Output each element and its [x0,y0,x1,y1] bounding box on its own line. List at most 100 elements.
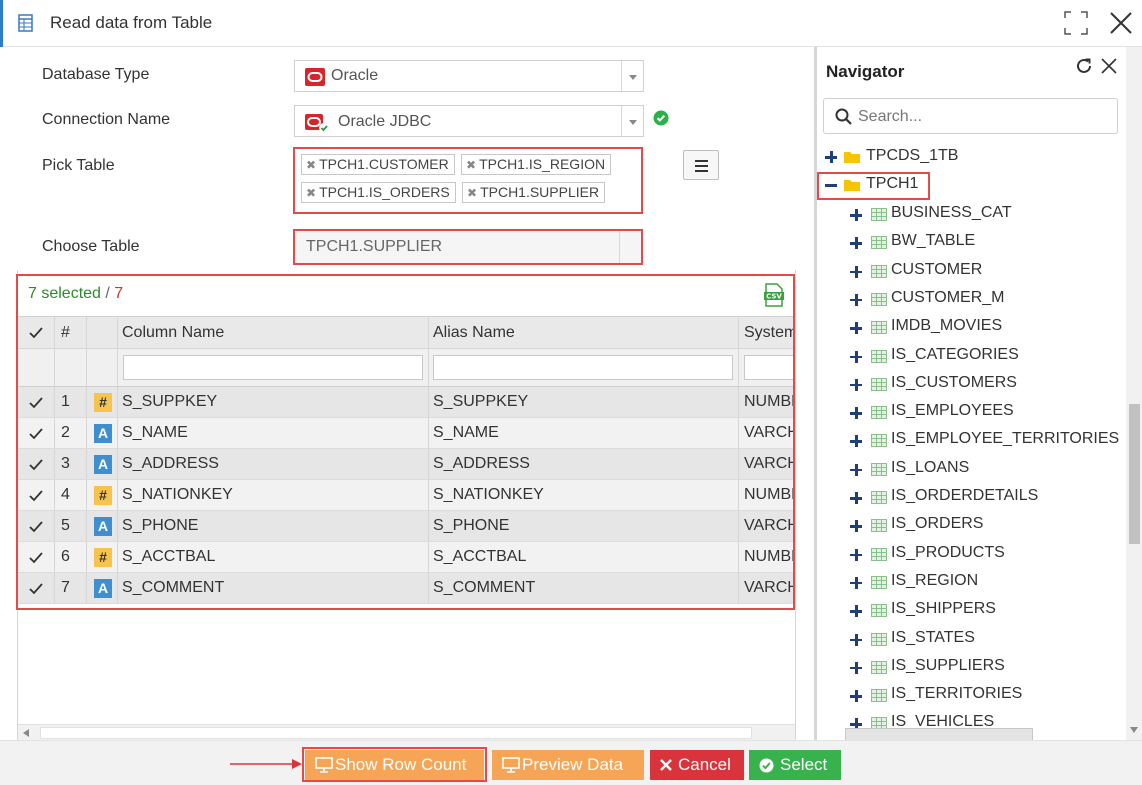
show-row-count-button[interactable]: Show Row Count [305,750,484,780]
table-node[interactable]: IS_CUSTOMERS [817,372,1127,396]
expand-icon[interactable] [850,265,862,278]
table-row[interactable]: 2 A S_NAME S_NAME VARCHAR2 [18,418,793,449]
expand-icon[interactable] [850,322,862,335]
table-node[interactable]: IS_ORDERDETAILS [817,485,1127,509]
expand-icon[interactable] [850,293,862,306]
row-checkbox[interactable] [29,458,43,472]
row-checkbox[interactable] [29,489,43,503]
table-row[interactable]: 6 # S_ACCTBAL S_ACCTBAL NUMBER [18,542,793,573]
select-button[interactable]: Select [749,750,841,780]
row-checkbox[interactable] [29,396,43,410]
collapse-icon[interactable] [825,179,837,191]
table-node[interactable]: IS_LOANS [817,457,1127,481]
table-node[interactable]: IS_ORDERS [817,513,1127,537]
schema-node[interactable]: TPCDS_1TB [817,145,1117,169]
alias-name-cell[interactable]: S_NAME [433,424,499,442]
table-node[interactable]: IS_CATEGORIES [817,344,1127,368]
alias-name-cell[interactable]: S_ADDRESS [433,455,530,473]
schema-node[interactable]: TPCH1 [817,173,1117,197]
alias-name-cell[interactable]: S_SUPPKEY [433,393,528,411]
chevron-down-icon[interactable] [621,61,643,91]
table-node[interactable]: IMDB_MOVIES [817,315,1127,339]
table-node[interactable]: IS_EMPLOYEE_TERRITORIES [817,428,1127,452]
chevron-down-icon[interactable] [621,106,643,136]
expand-icon[interactable] [825,151,837,163]
table-node[interactable]: IS_EMPLOYEES [817,400,1127,424]
expand-icon[interactable] [850,350,862,363]
close-icon[interactable] [1108,10,1134,36]
remove-icon[interactable]: ✖ [306,186,316,200]
table-node[interactable]: CUSTOMER_M [817,287,1127,311]
expand-icon[interactable] [850,520,862,533]
tree-hscroll-thumb[interactable] [845,728,1033,740]
expand-icon[interactable] [850,576,862,589]
table-node[interactable]: IS_PRODUCTS [817,542,1127,566]
alias-name-cell[interactable]: S_NATIONKEY [433,486,544,504]
system-filter[interactable] [744,355,793,380]
expand-icon[interactable] [850,633,862,646]
table-chip[interactable]: ✖ TPCH1.IS_ORDERS [301,182,456,203]
remove-icon[interactable]: ✖ [467,186,477,200]
table-node[interactable]: IS_SHIPPERS [817,598,1127,622]
header-system[interactable]: System [744,324,793,342]
table-node[interactable]: IS_SUPPLIERS [817,655,1127,679]
row-checkbox[interactable] [29,427,43,441]
alias-name-cell[interactable]: S_COMMENT [433,579,535,597]
cancel-button[interactable]: Cancel [650,750,744,780]
table-row[interactable]: 4 # S_NATIONKEY S_NATIONKEY NUMBER [18,480,793,511]
expand-icon[interactable] [850,548,862,561]
expand-icon[interactable] [850,237,862,250]
expand-icon[interactable] [850,492,862,504]
column-name-filter[interactable] [123,355,423,380]
refresh-icon[interactable] [1075,58,1093,76]
expand-icon[interactable] [850,435,862,448]
table-chip[interactable]: ✖ TPCH1.IS_REGION [461,154,612,175]
table-menu-button[interactable] [683,150,719,180]
table-node[interactable]: BUSINESS_CAT [817,202,1127,226]
expand-icon[interactable] [850,605,862,618]
horizontal-scrollbar[interactable] [18,724,795,740]
expand-icon[interactable] [850,690,862,703]
table-node[interactable]: CUSTOMER [817,259,1127,283]
close-icon[interactable] [1101,58,1117,74]
table-node[interactable]: IS_STATES [817,627,1127,651]
header-alias-name[interactable]: Alias Name [433,324,515,342]
table-chip[interactable]: ✖ TPCH1.SUPPLIER [462,182,606,203]
table-row[interactable]: 5 A S_PHONE S_PHONE VARCHAR2 [18,511,793,542]
expand-icon[interactable] [850,661,862,674]
alias-name-cell[interactable]: S_PHONE [433,517,509,535]
table-row[interactable]: 1 # S_SUPPKEY S_SUPPKEY NUMBER [18,387,793,418]
table-row[interactable]: 3 A S_ADDRESS S_ADDRESS VARCHAR2 [18,449,793,480]
row-index: 7 [61,579,70,596]
remove-icon[interactable]: ✖ [466,158,476,172]
navigator-search[interactable]: Search... [823,98,1118,134]
row-checkbox[interactable] [29,582,43,596]
remove-icon[interactable]: ✖ [306,158,316,172]
preview-data-button[interactable]: Preview Data [492,750,644,780]
connection-name-select[interactable]: Oracle JDBC [294,105,644,137]
expand-icon[interactable] [850,463,862,476]
alias-name-cell[interactable]: S_ACCTBAL [433,548,526,566]
expand-icon[interactable] [850,209,862,221]
table-node[interactable]: IS_TERRITORIES [817,683,1127,707]
expand-icon[interactable] [850,407,862,420]
pick-table-multiselect[interactable]: ✖ TPCH1.CUSTOMER ✖ TPCH1.IS_REGION ✖ TPCH1.… [293,147,643,214]
maximize-icon[interactable] [1064,11,1088,35]
scroll-left-icon[interactable] [23,729,29,737]
chevron-down-icon[interactable] [619,231,641,263]
table-node[interactable]: IS_REGION [817,570,1127,594]
csv-export-icon[interactable]: CSV [764,283,784,307]
select-all-checkbox[interactable] [29,326,43,340]
header-column-name[interactable]: Column Name [122,324,224,342]
alias-name-filter[interactable] [433,355,733,380]
table-chip[interactable]: ✖ TPCH1.CUSTOMER [301,154,455,175]
vertical-scrollbar[interactable] [1126,47,1142,740]
choose-table-select[interactable]: TPCH1.SUPPLIER [293,229,643,265]
expand-icon[interactable] [850,378,862,391]
row-checkbox[interactable] [29,551,43,565]
table-row[interactable]: 7 A S_COMMENT S_COMMENT VARCHAR2 [18,573,793,604]
table-node[interactable]: BW_TABLE [817,230,1127,254]
row-checkbox[interactable] [29,520,43,534]
database-type-select[interactable]: Oracle [294,60,644,92]
scroll-down-icon[interactable] [1130,727,1138,733]
